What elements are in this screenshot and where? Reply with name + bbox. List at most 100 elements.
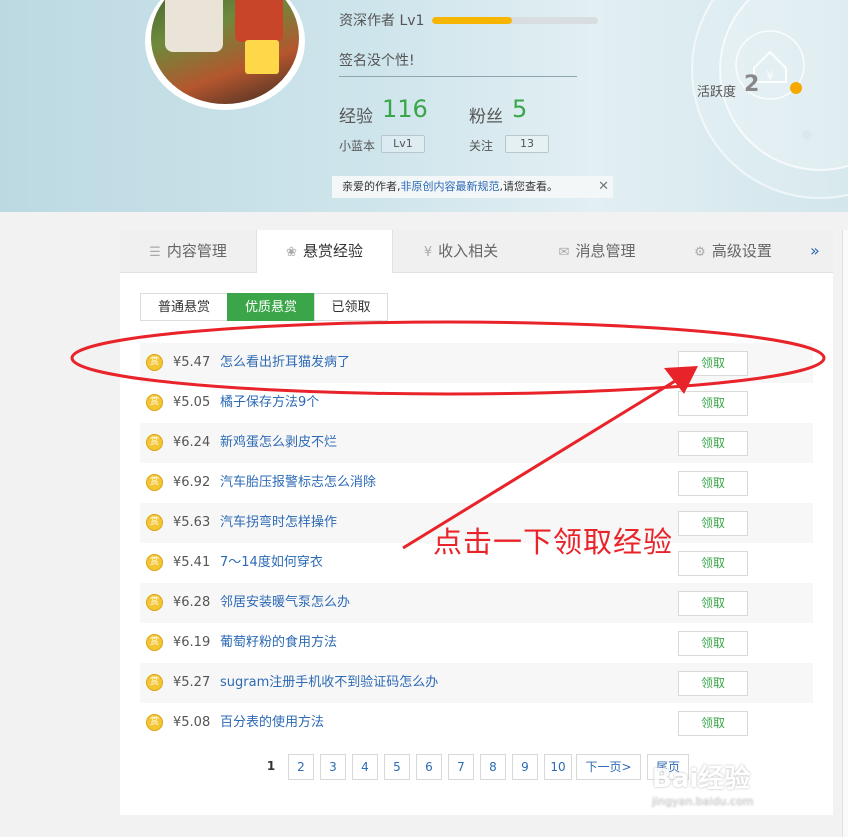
- more-tabs-icon[interactable]: »: [810, 241, 820, 260]
- avatar[interactable]: [145, 0, 305, 110]
- mail-icon: ✉: [558, 245, 570, 260]
- notice-bar: 亲爱的作者,非原创内容最新规范,请您查看。 ✕: [332, 176, 613, 198]
- reward-coin-icon: 赏: [146, 514, 163, 531]
- claim-button[interactable]: 领取: [678, 591, 748, 616]
- tab-label: 高级设置: [711, 242, 772, 260]
- claim-button[interactable]: 领取: [678, 431, 748, 456]
- signature-text[interactable]: 签名没个性!: [339, 50, 577, 77]
- close-icon[interactable]: ✕: [598, 176, 609, 198]
- level-progress-fill: [432, 17, 512, 24]
- tab-messages[interactable]: ✉ 消息管理: [529, 230, 665, 272]
- page-current: 1: [260, 754, 282, 780]
- reward-price: ¥6.24: [173, 435, 211, 450]
- reward-title-link[interactable]: 新鸡蛋怎么剥皮不烂: [220, 423, 337, 463]
- list-icon: ☰: [149, 245, 161, 260]
- reward-row: 赏 ¥5.27 sugram注册手机收不到验证码怎么办 领取: [140, 663, 813, 703]
- notice-prefix: 亲爱的作者,: [342, 180, 401, 193]
- tab-advanced-settings[interactable]: ⚙ 高级设置: [665, 230, 801, 272]
- badge-level[interactable]: Lv1: [381, 135, 425, 153]
- profile-header: ¥ 资深作者 Lv1 签名没个性! 经验 116 粉丝 5 小蓝本 Lv1 关注…: [0, 0, 848, 212]
- reward-coin-icon: 赏: [146, 394, 163, 411]
- reward-row: 赏 ¥5.05 橘子保存方法9个 领取: [140, 383, 813, 423]
- exp-label: 经验: [339, 107, 373, 127]
- tab-label: 内容管理: [166, 242, 227, 260]
- fans-value[interactable]: 5: [512, 95, 527, 123]
- reward-price: ¥5.63: [173, 515, 211, 530]
- reward-price: ¥5.08: [173, 715, 211, 730]
- page-link[interactable]: 10: [544, 754, 572, 780]
- reward-row: 赏 ¥6.24 新鸡蛋怎么剥皮不烂 领取: [140, 423, 813, 463]
- reward-price: ¥5.27: [173, 675, 211, 690]
- tab-content-management[interactable]: ☰ 内容管理: [120, 230, 256, 272]
- claim-button[interactable]: 领取: [678, 551, 748, 576]
- gear-icon: ⚙: [694, 245, 706, 260]
- notice-suffix: ,请您查看。: [499, 180, 559, 193]
- subtab-normal-reward[interactable]: 普通悬赏: [140, 293, 228, 321]
- notice-link[interactable]: 非原创内容最新规范: [401, 180, 500, 193]
- follow-label: 关注: [469, 139, 494, 153]
- reward-coin-icon: 赏: [146, 674, 163, 691]
- claim-button[interactable]: 领取: [678, 511, 748, 536]
- next-page-button[interactable]: 下一页>: [576, 754, 641, 780]
- reward-row: 赏 ¥5.47 怎么看出折耳猫发病了 领取: [140, 343, 813, 383]
- reward-icon: ❀: [286, 245, 297, 260]
- claim-button[interactable]: 领取: [678, 631, 748, 656]
- claim-button[interactable]: 领取: [678, 351, 748, 376]
- reward-price: ¥6.28: [173, 595, 211, 610]
- badge-label: 小蓝本: [339, 139, 376, 153]
- reward-coin-icon: 赏: [146, 474, 163, 491]
- reward-row: 赏 ¥6.19 葡萄籽粉的食用方法 领取: [140, 623, 813, 663]
- subtab-claimed[interactable]: 已领取: [314, 293, 388, 321]
- tab-label: 悬赏经验: [302, 242, 363, 260]
- reward-title-link[interactable]: 7～14度如何穿衣: [220, 543, 323, 583]
- page-link[interactable]: 2: [288, 754, 314, 780]
- reward-coin-icon: 赏: [146, 554, 163, 571]
- page-link[interactable]: 8: [480, 754, 506, 780]
- reward-title-link[interactable]: 橘子保存方法9个: [220, 383, 319, 423]
- tab-income[interactable]: ¥ 收入相关: [393, 230, 529, 272]
- watermark-brand: Bai经验: [652, 764, 751, 794]
- follow-count[interactable]: 13: [505, 135, 549, 153]
- reward-title-link[interactable]: sugram注册手机收不到验证码怎么办: [220, 663, 438, 703]
- reward-price: ¥5.05: [173, 395, 211, 410]
- watermark-url: jingyan.baidu.com: [652, 795, 754, 808]
- level-progress-bar: [432, 17, 598, 24]
- page-link[interactable]: 7: [448, 754, 474, 780]
- reward-price: ¥6.19: [173, 635, 211, 650]
- page-link[interactable]: 4: [352, 754, 378, 780]
- reward-coin-icon: 赏: [146, 634, 163, 651]
- claim-button[interactable]: 领取: [678, 471, 748, 496]
- tab-reward-experience[interactable]: ❀ 悬赏经验: [256, 230, 393, 273]
- reward-title-link[interactable]: 汽车拐弯时怎样操作: [220, 503, 337, 543]
- avatar-image: [151, 0, 299, 104]
- author-level-text: 资深作者 Lv1: [339, 13, 425, 29]
- reward-row: 赏 ¥5.08 百分表的使用方法 领取: [140, 703, 813, 743]
- reward-price: ¥6.92: [173, 475, 211, 490]
- subtab-quality-reward[interactable]: 优质悬赏: [227, 293, 315, 321]
- svg-text:¥: ¥: [766, 69, 774, 83]
- activity-value: 2: [744, 72, 760, 97]
- reward-title-link[interactable]: 汽车胎压报警标志怎么消除: [220, 463, 376, 503]
- reward-coin-icon: 赏: [146, 434, 163, 451]
- claim-button[interactable]: 领取: [678, 391, 748, 416]
- reward-title-link[interactable]: 葡萄籽粉的食用方法: [220, 623, 337, 663]
- reward-title-link[interactable]: 邻居安装暖气泵怎么办: [220, 583, 350, 623]
- reward-title-link[interactable]: 怎么看出折耳猫发病了: [220, 343, 350, 383]
- tab-bar: ☰ 内容管理 ❀ 悬赏经验 ¥ 收入相关 ✉ 消息管理 ⚙ 高级设置 »: [120, 230, 833, 273]
- page-link[interactable]: 9: [512, 754, 538, 780]
- baidu-jingyan-watermark: Bai经验 jingyan.baidu.com: [652, 758, 754, 808]
- reward-price: ¥5.47: [173, 355, 211, 370]
- page-link[interactable]: 6: [416, 754, 442, 780]
- fans-label: 粉丝: [469, 107, 503, 127]
- activity-label: 活跃度: [697, 85, 737, 100]
- claim-button[interactable]: 领取: [678, 711, 748, 736]
- claim-button[interactable]: 领取: [678, 671, 748, 696]
- reward-title-link[interactable]: 百分表的使用方法: [220, 703, 324, 743]
- right-sidebar-edge: [842, 230, 848, 837]
- reward-row: 赏 ¥6.92 汽车胎压报警标志怎么消除 领取: [140, 463, 813, 503]
- reward-coin-icon: 赏: [146, 354, 163, 371]
- page-link[interactable]: 3: [320, 754, 346, 780]
- tab-label: 消息管理: [575, 242, 636, 260]
- tab-label: 收入相关: [438, 242, 499, 260]
- page-link[interactable]: 5: [384, 754, 410, 780]
